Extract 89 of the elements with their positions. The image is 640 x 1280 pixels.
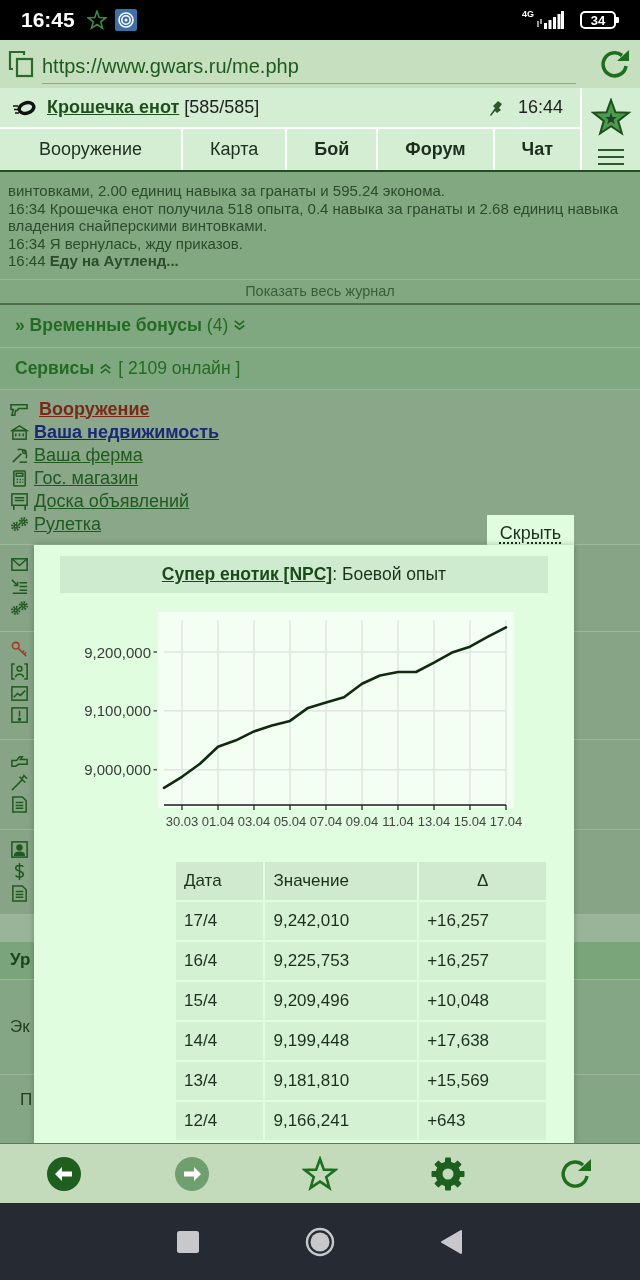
table-cell: 9,209,496 — [265, 982, 418, 1020]
table-cell: 9,199,448 — [265, 1022, 418, 1060]
player-name-link[interactable]: Крошечка енот — [47, 97, 180, 118]
nav-tab[interactable]: Бой — [287, 129, 379, 170]
service-link[interactable]: Вооружение — [39, 398, 150, 420]
bonus-count: (4) — [206, 315, 229, 336]
x-tick-label: 09.04 — [345, 814, 379, 829]
table-cell: 16/4 — [176, 942, 264, 980]
table-cell: 12/4 — [176, 1102, 264, 1140]
log-entry: винтовками, 2.00 единиц навыка за гранаты и 595.24 эконома. — [8, 182, 447, 200]
server-time: 16:44 — [517, 97, 563, 118]
service-link[interactable]: Ваша ферма — [34, 444, 143, 466]
table-cell: 17/4 — [176, 902, 264, 940]
x-tick-label: 05.04 — [273, 814, 307, 829]
menu-icon[interactable] — [597, 148, 625, 166]
network-type: 4G — [522, 9, 534, 19]
pin-icon — [487, 98, 504, 117]
hide-button[interactable]: Скрыть — [487, 515, 574, 547]
document-icon — [10, 794, 29, 814]
x-tick-label: 03.04 — [237, 814, 271, 829]
nav-tab[interactable]: Вооружение — [0, 129, 184, 170]
gears-icon — [10, 514, 29, 534]
service-link[interactable]: Ваша недвижимость — [34, 421, 220, 443]
battery-indicator: 34 — [580, 11, 616, 29]
x-tick-label: 07.04 — [309, 814, 343, 829]
table-cell: +15,569 — [419, 1062, 546, 1100]
popup-title: Супер енотик [NPC]: Боевой опыт — [161, 564, 447, 585]
x-tick-label: 13.04 — [417, 814, 451, 829]
npc-link[interactable]: Супер енотик [NPC] — [161, 564, 333, 584]
x-tick-label: 17.04 — [489, 814, 523, 829]
table-cell: +643 — [419, 1102, 546, 1140]
star-icon[interactable] — [302, 1155, 338, 1192]
online-count: [ 2109 онлайн ] — [118, 357, 241, 379]
y-tick-label: 9,100,000 — [84, 702, 151, 720]
table-cell: +16,257 — [419, 902, 546, 940]
log-entry: 16:34 Я вернулась, жду приказов. — [8, 234, 244, 252]
nav-tab[interactable]: Карта — [183, 129, 288, 170]
star-icon[interactable] — [591, 98, 631, 136]
signal-icon — [536, 11, 564, 29]
chart-icon — [10, 683, 29, 703]
settings-icon[interactable] — [430, 1155, 466, 1192]
contact-icon — [10, 839, 29, 859]
column-header: Δ — [419, 862, 546, 900]
y-tick-label: 9,200,000 — [84, 643, 151, 661]
table-cell: 9,181,810 — [265, 1062, 418, 1100]
table-cell: 14/4 — [176, 1022, 264, 1060]
x-tick-label: 01.04 — [201, 814, 235, 829]
table-cell: 9,225,753 — [265, 942, 418, 980]
y-tick-label: 9,000,000 — [84, 761, 151, 779]
building-icon — [10, 422, 29, 442]
log-entry: 16:34 Крошечка енот получила 518 опыта, 0.4 навыка за гранаты и 2.68 единиц навыка владения снайперскими винтовками. — [8, 199, 620, 235]
log-entry: 16:44 Еду на Аутленд... — [8, 252, 180, 270]
copy-icon[interactable] — [8, 50, 34, 78]
table-cell: +16,257 — [419, 942, 546, 980]
service-link[interactable]: Гос. магазин — [34, 467, 139, 489]
star-icon — [86, 10, 107, 30]
reload-icon[interactable] — [598, 47, 632, 81]
table-cell: 9,166,241 — [265, 1102, 418, 1140]
hp-value: [585/585] — [184, 97, 260, 118]
x-tick-label: 30.03 — [165, 814, 199, 829]
inbox-icon — [10, 576, 29, 596]
gears-icon — [10, 598, 29, 618]
portrait-icon — [10, 661, 29, 681]
key-icon — [10, 639, 29, 659]
table-cell: +17,638 — [419, 1022, 546, 1060]
document-icon — [10, 883, 29, 903]
show-log-link[interactable]: Показать весь журнал — [245, 283, 395, 299]
nav-tab[interactable]: Форум — [378, 129, 495, 170]
board-icon — [10, 491, 29, 511]
table-cell: +10,048 — [419, 982, 546, 1020]
x-tick-label: 15.04 — [453, 814, 487, 829]
url-field[interactable]: https://www.gwars.ru/me.php — [42, 48, 576, 84]
column-header: Дата — [176, 862, 264, 900]
x-tick-label: 11.04 — [382, 814, 414, 829]
table-cell: 15/4 — [176, 982, 264, 1020]
home-icon[interactable] — [305, 1226, 335, 1257]
service-link[interactable]: Доска объявлений — [34, 490, 190, 512]
clock: 16:45 — [21, 8, 75, 32]
service-link[interactable]: Рулетка — [34, 513, 102, 535]
table-cell: 13/4 — [176, 1062, 264, 1100]
double-chevron-down-icon[interactable] — [232, 318, 248, 333]
calculator-icon — [10, 468, 29, 488]
alert-icon — [10, 705, 29, 725]
spiral-app-icon — [114, 9, 137, 31]
table-cell: 9,242,010 — [265, 902, 418, 940]
nav-tab[interactable]: Чат — [494, 129, 580, 170]
column-header: Значение — [265, 862, 418, 900]
ring-logo-icon — [12, 98, 36, 117]
syringe-icon — [10, 772, 29, 792]
